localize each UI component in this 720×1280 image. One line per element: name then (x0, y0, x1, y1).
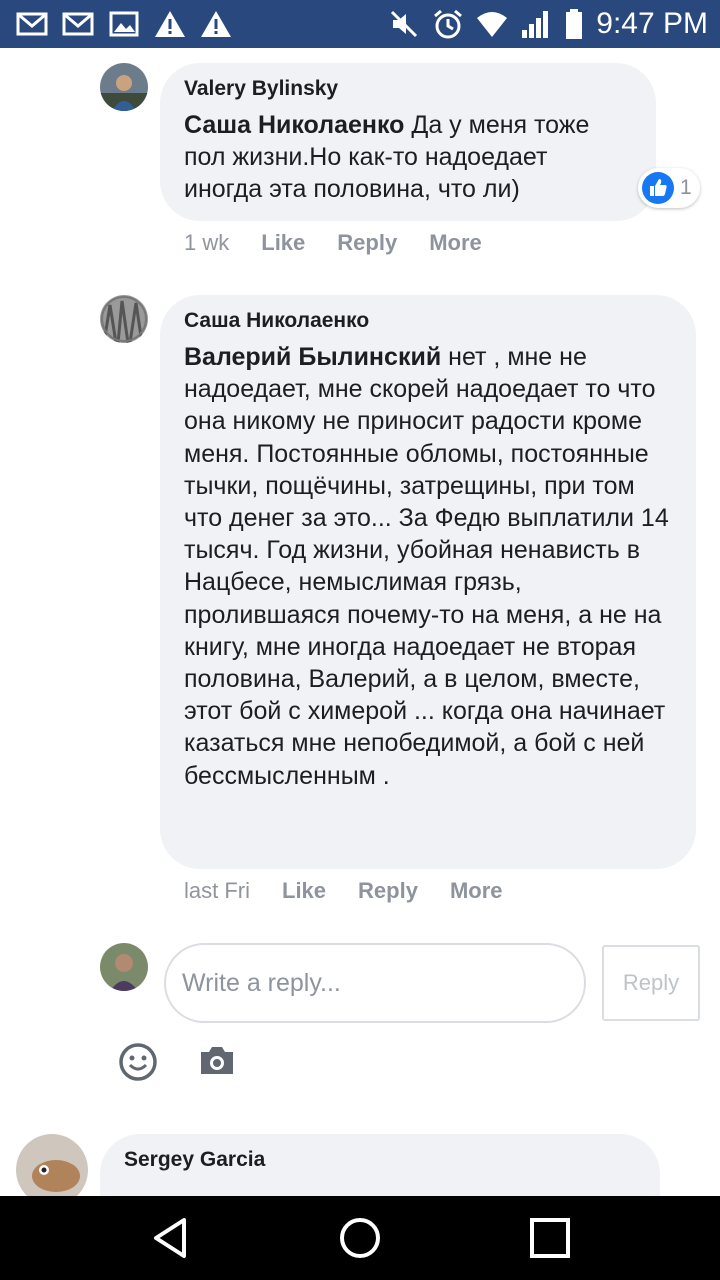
reaction-count[interactable]: 1 (638, 168, 700, 208)
my-avatar (100, 943, 148, 991)
like-reaction-icon (642, 172, 674, 204)
comment-body: нет , мне не надоедает, мне скорей надое… (184, 343, 669, 790)
profile-photo (100, 295, 148, 343)
comment-author[interactable]: Саша Николаенко (184, 307, 672, 335)
more-button[interactable]: More (450, 878, 503, 904)
back-icon[interactable] (150, 1216, 190, 1260)
more-button[interactable]: More (429, 230, 482, 256)
comment-text: Валерий Былинский нет , мне не надоедает… (184, 341, 672, 792)
warning-icon (201, 11, 231, 37)
signal-icon (522, 11, 549, 38)
gmail-icon (62, 12, 94, 36)
status-bar: 9:47 PM (0, 0, 720, 48)
warning-icon (155, 11, 185, 37)
comment-author[interactable]: Sergey Garcia (124, 1146, 636, 1174)
mention[interactable]: Саша Николаенко (184, 111, 404, 139)
comment-author[interactable]: Valery Bylinsky (184, 75, 632, 103)
clock: 9:47 PM (596, 7, 708, 40)
comment-text: Саша Николаенко Да у меня тоже пол жизни… (184, 109, 632, 206)
system-icons: 9:47 PM (388, 6, 708, 42)
reply-button[interactable]: Reply (337, 230, 397, 256)
wifi-icon (477, 12, 508, 37)
smiley-icon[interactable] (118, 1042, 158, 1082)
reply-input[interactable] (164, 943, 586, 1023)
home-icon[interactable] (338, 1216, 382, 1260)
like-button[interactable]: Like (261, 230, 305, 256)
reply-button[interactable]: Reply (358, 878, 418, 904)
profile-photo (100, 63, 148, 111)
battery-icon (566, 9, 583, 39)
comment-bubble: Саша Николаенко Валерий Былинский нет , … (160, 295, 696, 869)
comment-bubble: Valery Bylinsky Саша Николаенко Да у мен… (160, 63, 656, 221)
comment-timestamp[interactable]: last Fri (184, 878, 250, 904)
camera-icon[interactable] (198, 1044, 236, 1078)
like-button[interactable]: Like (282, 878, 326, 904)
notification-icons (16, 8, 232, 40)
alarm-icon (434, 9, 463, 39)
comment-actions: 1 wk Like Reply More (184, 230, 514, 256)
recents-icon[interactable] (528, 1216, 572, 1260)
comment-timestamp[interactable]: 1 wk (184, 230, 229, 256)
reply-submit-button[interactable]: Reply (602, 945, 700, 1021)
reaction-count-text: 1 (680, 176, 692, 199)
comment-actions: last Fri Like Reply More (184, 878, 535, 904)
gmail-icon (16, 12, 48, 36)
navigation-bar (0, 1196, 720, 1280)
image-icon (109, 11, 139, 37)
avatar[interactable] (100, 295, 148, 343)
mute-icon (391, 10, 418, 38)
avatar[interactable] (100, 63, 148, 111)
mention[interactable]: Валерий Былинский (184, 343, 441, 371)
profile-photo (100, 943, 148, 991)
